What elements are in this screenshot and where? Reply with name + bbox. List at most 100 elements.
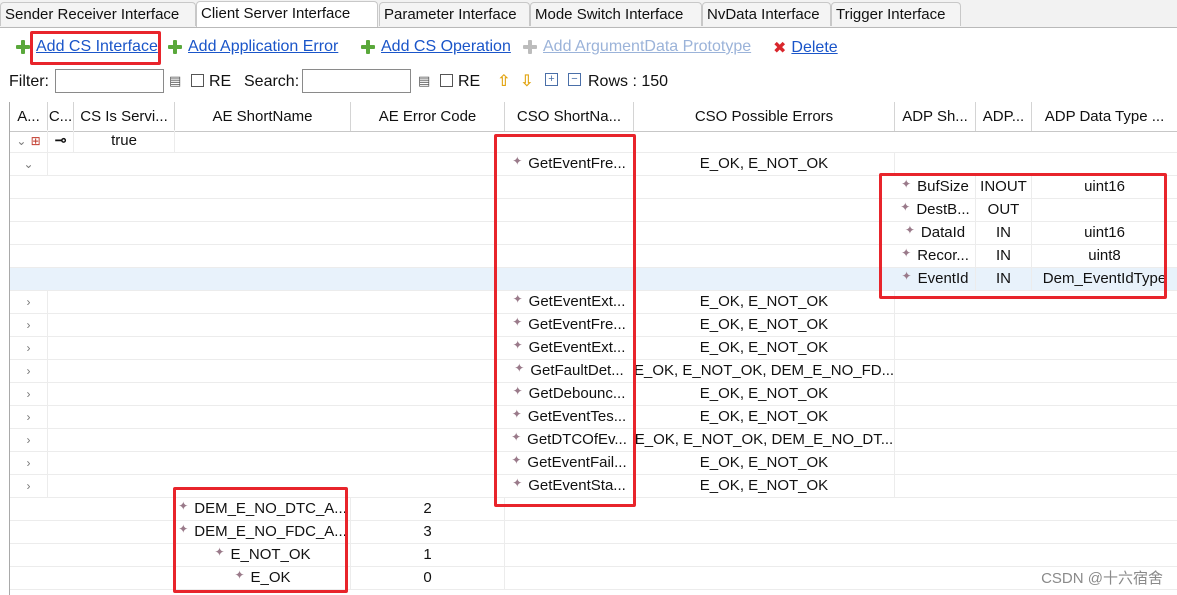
ae-shortname-cell[interactable]: ✦ E_OK: [175, 567, 351, 589]
cso-possible-errors-cell[interactable]: E_OK, E_NOT_OK, DEM_E_NO_DT...: [634, 429, 895, 451]
chevron-down-icon[interactable]: ⌄: [23, 157, 33, 171]
cso-possible-errors-cell[interactable]: E_OK, E_NOT_OK: [634, 153, 895, 175]
adp-shortname-cell[interactable]: ✦ EventId: [895, 268, 976, 290]
cso-shortname-cell[interactable]: ✦ GetDTCOfEv...: [505, 429, 634, 451]
cso-shortname-cell[interactable]: ✦ GetEventFail...: [505, 452, 634, 474]
tab-sender-receiver-interface[interactable]: Sender Receiver Interface: [0, 2, 196, 26]
table-row-argument[interactable]: ✦ BufSize INOUT uint16: [10, 176, 1177, 199]
expand-toggle[interactable]: ›: [10, 406, 48, 428]
arrow-up-icon[interactable]: ⇧: [497, 71, 510, 91]
table-row-operation[interactable]: › ✦ GetDTCOfEv... E_OK, E_NOT_OK, DEM_E_N…: [10, 429, 1177, 452]
table-row-application-error[interactable]: ✦ DEM_E_NO_DTC_A... 2: [10, 498, 1177, 521]
cso-shortname-cell[interactable]: ✦ GetEventFre...: [505, 153, 634, 175]
tab-nvdata-interface[interactable]: NvData Interface: [702, 2, 831, 26]
add-argumentdata-prototype-button[interactable]: Add ArgumentData Prototype: [523, 38, 751, 56]
expand-toggle[interactable]: ›: [10, 383, 48, 405]
table-row-argument[interactable]: ✦ DestB... OUT: [10, 199, 1177, 222]
cso-shortname-cell[interactable]: ✦ GetEventSta...: [505, 475, 634, 497]
filter-input[interactable]: [55, 69, 164, 93]
cso-shortname-cell[interactable]: ✦ GetEventTes...: [505, 406, 634, 428]
search-re-checkbox[interactable]: [440, 74, 453, 87]
cso-possible-errors-cell[interactable]: E_OK, E_NOT_OK: [634, 406, 895, 428]
expand-toggle[interactable]: ⌄: [10, 153, 48, 175]
tab-parameter-interface[interactable]: Parameter Interface: [379, 2, 530, 26]
expand-toggle[interactable]: ›: [10, 475, 48, 497]
table-row-application-error[interactable]: ✦ E_NOT_OK 1: [10, 544, 1177, 567]
table-row-argument[interactable]: ✦ DataId IN uint16: [10, 222, 1177, 245]
cso-shortname-cell[interactable]: ✦ GetFaultDet...: [505, 360, 634, 382]
column-header-ae-shortname[interactable]: AE ShortName: [175, 102, 351, 131]
adp-direction-cell[interactable]: INOUT: [976, 176, 1032, 198]
cs-is-service-value[interactable]: true: [74, 130, 175, 152]
column-header-c[interactable]: C...: [48, 102, 74, 131]
chevron-right-icon[interactable]: ›: [27, 456, 31, 470]
tab-trigger-interface[interactable]: Trigger Interface: [831, 2, 961, 26]
expand-toggle[interactable]: ›: [10, 337, 48, 359]
adp-data-type-cell[interactable]: uint8: [1032, 245, 1177, 267]
expand-toggle[interactable]: ›: [10, 429, 48, 451]
column-header-adp-shortname[interactable]: ADP Sh...: [895, 102, 976, 131]
cso-possible-errors-cell[interactable]: E_OK, E_NOT_OK, DEM_E_NO_FD...: [634, 360, 895, 382]
adp-direction-cell[interactable]: IN: [976, 222, 1032, 244]
cso-shortname-cell[interactable]: ✦ GetEventExt...: [505, 337, 634, 359]
adp-direction-cell[interactable]: OUT: [976, 199, 1032, 221]
column-header-adp-data-type[interactable]: ADP Data Type ...: [1032, 102, 1177, 131]
expand-toggle[interactable]: ›: [10, 452, 48, 474]
filter-re-checkbox[interactable]: [191, 74, 204, 87]
clear-filter-icon[interactable]: ▤: [169, 73, 181, 89]
table-row-operation[interactable]: › ✦ GetDebounc... E_OK, E_NOT_OK: [10, 383, 1177, 406]
table-row-application-error[interactable]: ✦ DEM_E_NO_FDC_A... 3: [10, 521, 1177, 544]
ae-shortname-cell[interactable]: ✦ E_NOT_OK: [175, 544, 351, 566]
chevron-right-icon[interactable]: ›: [27, 410, 31, 424]
expand-toggle[interactable]: ›: [10, 314, 48, 336]
search-input[interactable]: [302, 69, 411, 93]
chevron-right-icon[interactable]: ›: [27, 364, 31, 378]
adp-direction-cell[interactable]: IN: [976, 245, 1032, 267]
cso-shortname-cell[interactable]: ✦ GetEventExt...: [505, 291, 634, 313]
cso-possible-errors-cell[interactable]: E_OK, E_NOT_OK: [634, 475, 895, 497]
adp-shortname-cell[interactable]: ✦ Recor...: [895, 245, 976, 267]
cso-possible-errors-cell[interactable]: E_OK, E_NOT_OK: [634, 452, 895, 474]
column-header-ae-error-code[interactable]: AE Error Code: [351, 102, 505, 131]
chevron-right-icon[interactable]: ›: [27, 341, 31, 355]
table-row-operation[interactable]: › ✦ GetEventFre... E_OK, E_NOT_OK: [10, 314, 1177, 337]
arrow-down-icon[interactable]: ⇩: [520, 71, 533, 91]
expand-toggle[interactable]: ›: [10, 291, 48, 313]
chevron-right-icon[interactable]: ›: [27, 295, 31, 309]
cso-shortname-cell[interactable]: ✦ GetEventFre...: [505, 314, 634, 336]
cso-shortname-cell[interactable]: ✦ GetDebounc...: [505, 383, 634, 405]
chevron-down-icon[interactable]: ⌄: [16, 134, 26, 148]
expand-all-icon[interactable]: +: [545, 73, 558, 86]
table-row-operation[interactable]: › ✦ GetEventSta... E_OK, E_NOT_OK: [10, 475, 1177, 498]
chevron-right-icon[interactable]: ›: [27, 318, 31, 332]
add-cs-operation-button[interactable]: Add CS Operation: [361, 38, 511, 56]
table-row-application-error[interactable]: ✦ E_OK 0: [10, 567, 1177, 590]
column-header-a[interactable]: A...: [10, 102, 48, 131]
table-row-operation[interactable]: › ✦ GetEventExt... E_OK, E_NOT_OK: [10, 291, 1177, 314]
table-row-operation[interactable]: ⌄ ✦ GetEventFre... E_OK, E_NOT_OK: [10, 153, 1177, 176]
tab-client-server-interface[interactable]: Client Server Interface: [196, 1, 378, 27]
chevron-right-icon[interactable]: ›: [27, 433, 31, 447]
ae-error-code-cell[interactable]: 1: [351, 544, 505, 566]
adp-data-type-cell[interactable]: [1032, 199, 1177, 221]
table-row-operation[interactable]: › ✦ GetFaultDet... E_OK, E_NOT_OK, DEM_E_…: [10, 360, 1177, 383]
cso-possible-errors-cell[interactable]: E_OK, E_NOT_OK: [634, 291, 895, 313]
column-header-cso-shortname[interactable]: CSO ShortNa...: [505, 102, 634, 131]
adp-data-type-cell[interactable]: uint16: [1032, 222, 1177, 244]
adp-data-type-cell[interactable]: uint16: [1032, 176, 1177, 198]
table-row-operation[interactable]: › ✦ GetEventExt... E_OK, E_NOT_OK: [10, 337, 1177, 360]
chevron-right-icon[interactable]: ›: [27, 479, 31, 493]
ae-error-code-cell[interactable]: 0: [351, 567, 505, 589]
add-cs-interface-button[interactable]: Add CS Interface: [16, 38, 158, 56]
table-row-operation[interactable]: › ✦ GetEventFail... E_OK, E_NOT_OK: [10, 452, 1177, 475]
table-row-argument[interactable]: ✦ Recor... IN uint8: [10, 245, 1177, 268]
tab-mode-switch-interface[interactable]: Mode Switch Interface: [530, 2, 702, 26]
ae-shortname-cell[interactable]: ✦ DEM_E_NO_DTC_A...: [175, 498, 351, 520]
expand-toggle[interactable]: ⌄ ⊞: [10, 130, 48, 152]
clear-search-icon[interactable]: ▤: [418, 73, 430, 89]
table-row-interface[interactable]: ⌄ ⊞ ⊸ true: [10, 130, 1177, 153]
cso-possible-errors-cell[interactable]: E_OK, E_NOT_OK: [634, 337, 895, 359]
ae-shortname-cell[interactable]: ✦ DEM_E_NO_FDC_A...: [175, 521, 351, 543]
column-header-cso-possible-errors[interactable]: CSO Possible Errors: [634, 102, 895, 131]
ae-error-code-cell[interactable]: 2: [351, 498, 505, 520]
